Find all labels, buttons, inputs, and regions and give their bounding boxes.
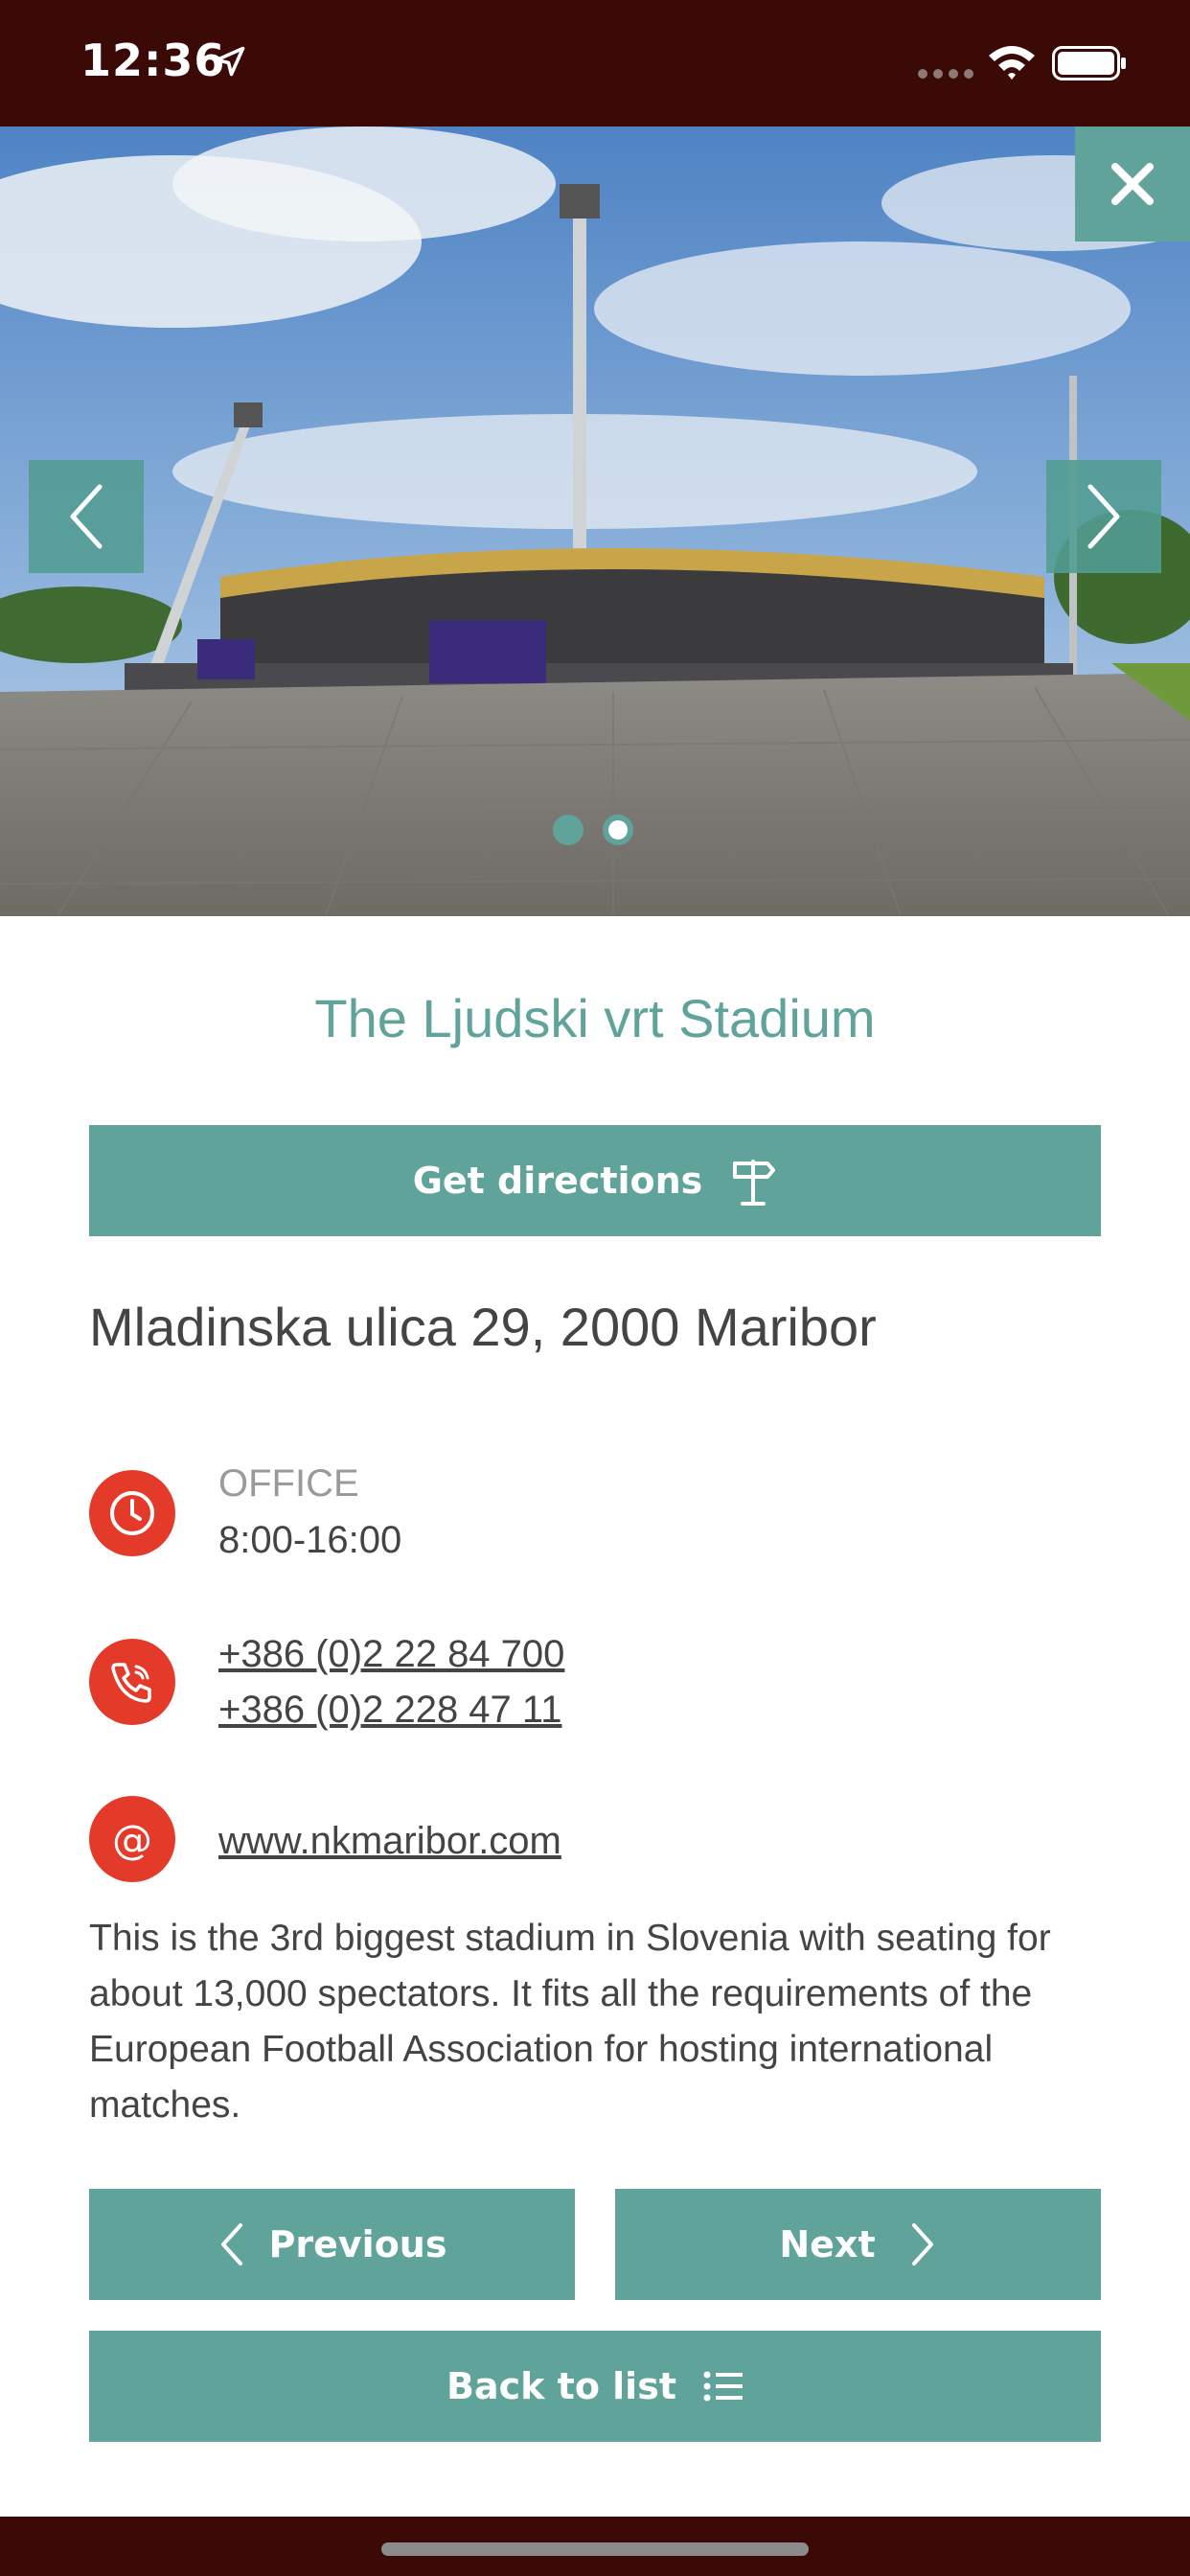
phone-list: +386 (0)2 22 84 700 +386 (0)2 228 47 11 bbox=[218, 1626, 564, 1737]
close-icon bbox=[1111, 163, 1154, 205]
get-directions-button[interactable]: Get directions bbox=[89, 1125, 1101, 1236]
previous-button[interactable]: Previous bbox=[89, 2189, 575, 2300]
gallery-pagination bbox=[553, 815, 633, 845]
chevron-right-icon bbox=[911, 2223, 933, 2266]
website-link[interactable]: www.nkmaribor.com bbox=[218, 1813, 561, 1869]
status-time: 12:36 bbox=[80, 34, 226, 86]
battery-icon bbox=[1052, 46, 1126, 80]
office-hours: 8:00-16:00 bbox=[218, 1519, 402, 1561]
home-indicator[interactable] bbox=[381, 2542, 809, 2556]
next-button[interactable]: Next bbox=[615, 2189, 1101, 2300]
close-button[interactable] bbox=[1075, 126, 1190, 242]
phone-icon bbox=[89, 1639, 175, 1725]
address: Mladinska ulica 29, 2000 Maribor bbox=[89, 1297, 877, 1357]
at-sign-icon: @ bbox=[89, 1796, 175, 1882]
stadium-photo[interactable] bbox=[0, 126, 1190, 916]
pagination-dot[interactable] bbox=[603, 815, 633, 845]
list-icon bbox=[703, 2371, 743, 2402]
gallery-next-button[interactable] bbox=[1046, 460, 1161, 573]
back-to-list-button[interactable]: Back to list bbox=[89, 2331, 1101, 2442]
get-directions-label: Get directions bbox=[412, 1160, 703, 1202]
cellular-signal-icon bbox=[918, 69, 973, 79]
chevron-right-icon bbox=[1087, 484, 1120, 549]
description: This is the 3rd biggest stadium in Slove… bbox=[89, 1918, 1051, 2126]
phone-link-1[interactable]: +386 (0)2 22 84 700 bbox=[218, 1626, 564, 1682]
pagination-dot-active[interactable] bbox=[553, 815, 584, 845]
status-bar: 12:36 bbox=[0, 0, 1190, 126]
signpost-icon bbox=[733, 1160, 776, 1206]
wifi-icon bbox=[989, 46, 1035, 80]
location-arrow-icon bbox=[215, 46, 245, 77]
chevron-left-icon bbox=[220, 2223, 242, 2266]
chevron-left-icon bbox=[70, 484, 103, 549]
phone-link-2[interactable]: +386 (0)2 228 47 11 bbox=[218, 1682, 564, 1737]
office-label: OFFICE bbox=[218, 1462, 359, 1505]
website-container: www.nkmaribor.com bbox=[218, 1813, 561, 1869]
next-label: Next bbox=[779, 2223, 876, 2266]
back-to-list-label: Back to list bbox=[446, 2365, 676, 2407]
page-title: The Ljudski vrt Stadium bbox=[314, 988, 876, 1048]
gallery-previous-button[interactable] bbox=[29, 460, 144, 573]
previous-label: Previous bbox=[268, 2223, 447, 2266]
stadium-image bbox=[0, 126, 1190, 916]
clock-icon bbox=[89, 1470, 175, 1556]
